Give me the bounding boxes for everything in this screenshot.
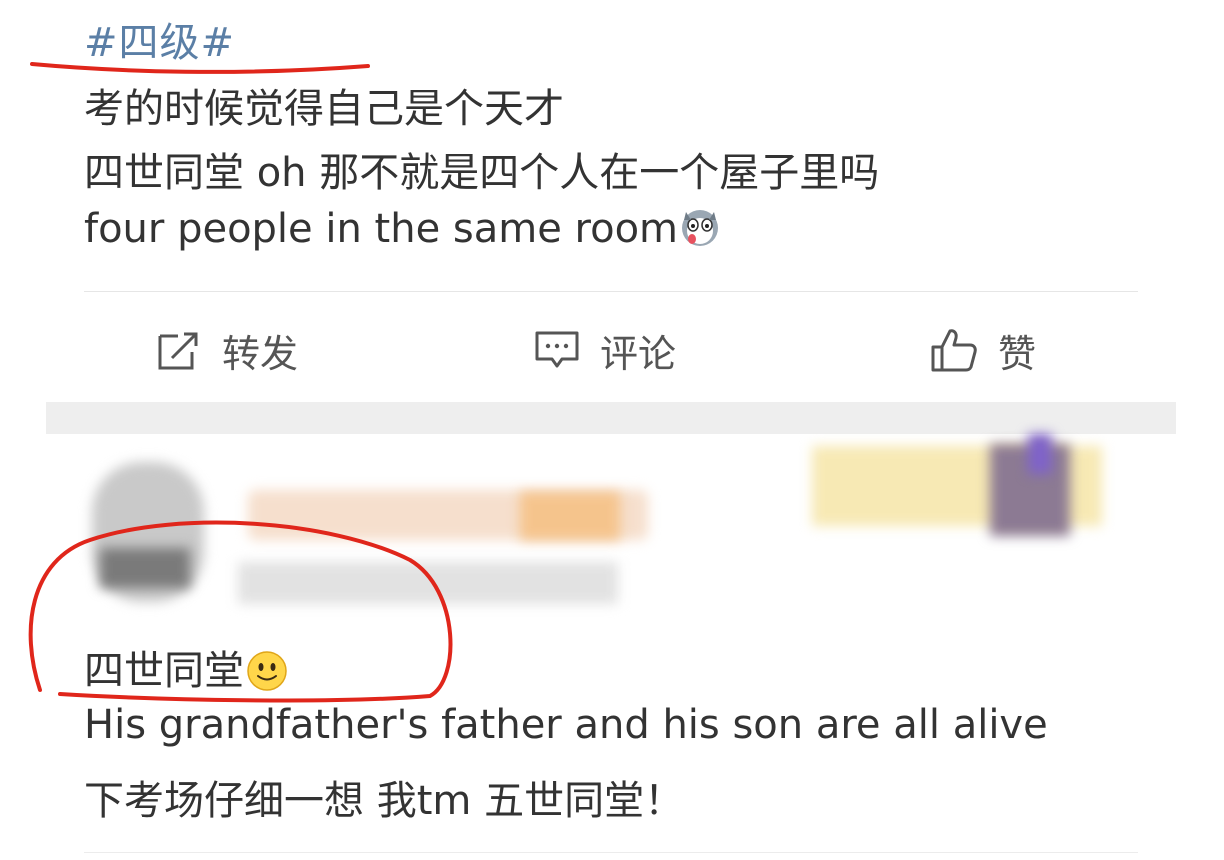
husky-emoji-icon xyxy=(682,210,719,246)
post-text-line-3: four people in the same room xyxy=(84,206,720,252)
post-action-bar: 转发 评论 赞 xyxy=(0,318,1224,382)
comment-meta-blurred xyxy=(238,562,618,604)
repost-label: 转发 xyxy=(222,331,299,376)
comment-button[interactable]: 评论 xyxy=(534,318,676,382)
section-separator xyxy=(46,402,1176,434)
repost-icon xyxy=(158,332,198,370)
post-divider xyxy=(84,291,1138,292)
post-text-line-2: 四世同堂 oh 那不就是四个人在一个屋子里吗 xyxy=(84,150,880,196)
post-text-line-3-text: four people in the same room xyxy=(84,206,679,252)
comment-label: 评论 xyxy=(600,331,677,376)
hashtag-topic[interactable]: #四级# xyxy=(84,10,235,68)
comment-text-line-2: His grandfather's father and his son are… xyxy=(84,702,1048,748)
post-text-line-1: 考的时候觉得自己是个天才 xyxy=(84,86,564,132)
comment-text-line-1-text: 四世同堂 xyxy=(84,648,244,694)
like-label: 赞 xyxy=(998,331,1037,376)
comment-icon xyxy=(535,331,579,368)
repost-button[interactable]: 转发 xyxy=(156,318,298,382)
thumbs-up-icon xyxy=(931,329,977,372)
comment-text-line-3: 下考场仔细一想 我tm 五世同堂！ xyxy=(84,778,685,824)
smile-emoji-icon xyxy=(247,651,287,691)
comment-text-line-1: 四世同堂 xyxy=(84,638,288,696)
like-button[interactable]: 赞 xyxy=(930,318,1036,382)
comment-divider xyxy=(84,852,1138,853)
